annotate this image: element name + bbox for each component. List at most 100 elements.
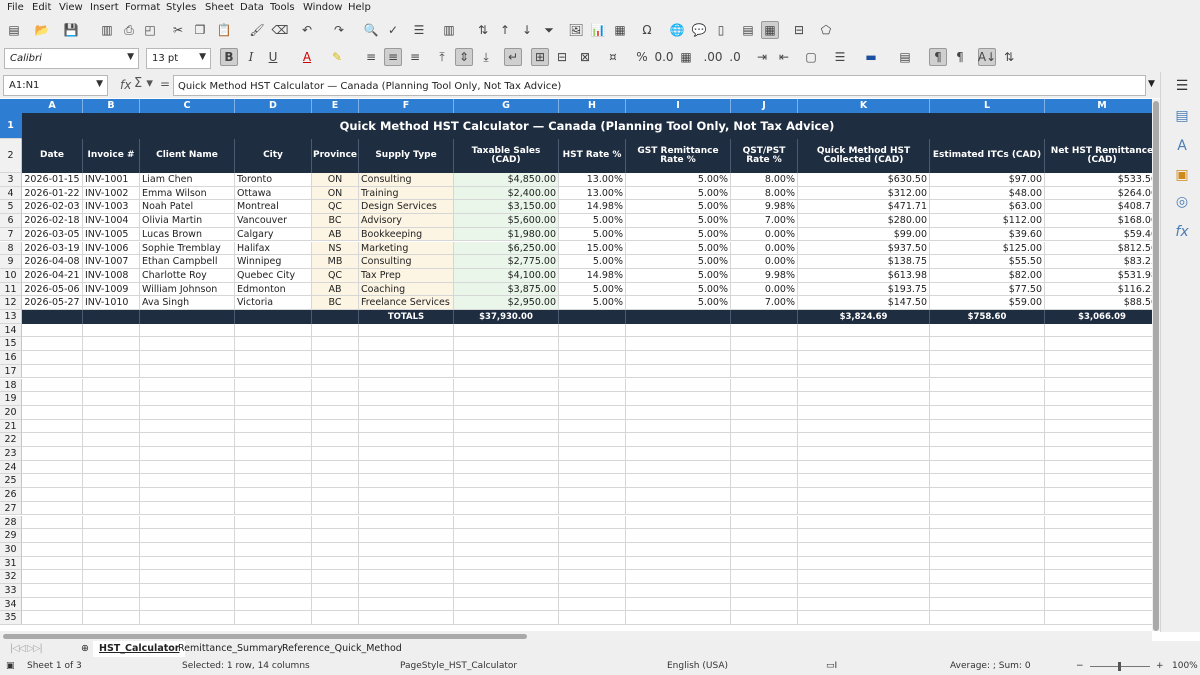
empty-cell[interactable] <box>454 488 559 502</box>
table-cell[interactable]: 5.00% <box>626 255 731 269</box>
table-cell[interactable]: $812.50 <box>1045 241 1152 256</box>
table-cell[interactable]: Tax Prep <box>359 268 454 283</box>
empty-cell[interactable] <box>454 515 559 530</box>
empty-cell[interactable] <box>559 337 626 352</box>
empty-cell[interactable] <box>454 378 559 393</box>
row-header[interactable]: 14 <box>0 323 22 338</box>
empty-cell[interactable] <box>359 378 454 393</box>
empty-cell[interactable] <box>930 488 1045 502</box>
row-header[interactable]: 28 <box>0 515 22 530</box>
empty-cell[interactable] <box>930 378 1045 393</box>
table-cell[interactable]: QC <box>312 268 359 283</box>
empty-cell[interactable] <box>930 447 1045 461</box>
empty-cell[interactable] <box>312 474 359 489</box>
table-cell[interactable]: INV-1009 <box>83 282 140 297</box>
empty-cell[interactable] <box>235 515 312 530</box>
empty-cell[interactable] <box>140 570 235 584</box>
table-cell[interactable]: Winnipeg <box>235 255 312 269</box>
row-header[interactable]: 8 <box>0 241 22 256</box>
empty-cell[interactable] <box>626 419 731 434</box>
table-cell[interactable]: ON <box>312 173 359 187</box>
empty-cell[interactable] <box>731 337 798 352</box>
empty-cell[interactable] <box>731 611 798 626</box>
empty-cell[interactable] <box>731 447 798 461</box>
menu-item-view[interactable]: View <box>59 2 83 13</box>
navigator-icon[interactable]: ◎ <box>1174 194 1190 210</box>
row-header[interactable]: 32 <box>0 570 22 584</box>
table-cell[interactable]: 14.98% <box>559 200 626 215</box>
empty-cell[interactable] <box>359 570 454 584</box>
table-cell[interactable]: 0.00% <box>731 282 798 297</box>
row-header[interactable]: 34 <box>0 597 22 612</box>
menu-item-insert[interactable]: Insert <box>90 2 119 13</box>
empty-cell[interactable] <box>312 323 359 338</box>
empty-cell[interactable] <box>731 378 798 393</box>
table-cell[interactable]: Training <box>359 186 454 201</box>
find-replace-icon[interactable]: 🔍 <box>362 21 380 39</box>
empty-cell[interactable] <box>626 460 731 475</box>
empty-cell[interactable] <box>798 584 930 598</box>
status-page-style[interactable]: PageStyle_HST_Calculator <box>400 661 517 671</box>
table-cell[interactable]: Coaching <box>359 282 454 297</box>
empty-cell[interactable] <box>1045 502 1152 516</box>
table-cell[interactable]: $2,950.00 <box>454 296 559 310</box>
empty-cell[interactable] <box>798 378 930 393</box>
empty-cell[interactable] <box>626 529 731 543</box>
empty-cell[interactable] <box>559 447 626 461</box>
empty-cell[interactable] <box>235 488 312 502</box>
table-cell[interactable]: William Johnson <box>140 282 235 297</box>
totals-cell[interactable]: $758.60 <box>930 310 1045 324</box>
empty-cell[interactable] <box>731 597 798 612</box>
table-cell[interactable]: Freelance Services <box>359 296 454 310</box>
table-cell[interactable]: $2,775.00 <box>454 255 559 269</box>
print-icon[interactable]: ⎙ <box>120 21 138 39</box>
table-cell[interactable]: $82.00 <box>930 268 1045 283</box>
row-header[interactable]: 4 <box>0 186 22 201</box>
empty-cell[interactable] <box>235 337 312 352</box>
table-cell[interactable]: $59.40 <box>1045 227 1152 242</box>
underline-button[interactable]: U <box>264 48 282 66</box>
totals-cell[interactable]: $3,066.09 <box>1045 310 1152 324</box>
row-header[interactable]: 23 <box>0 447 22 461</box>
empty-cell[interactable] <box>731 570 798 584</box>
table-cell[interactable]: QC <box>312 200 359 215</box>
menu-item-format[interactable]: Format <box>125 2 160 13</box>
empty-cell[interactable] <box>626 515 731 530</box>
table-cell[interactable]: AB <box>312 227 359 242</box>
menu-item-styles[interactable]: Styles <box>166 2 196 13</box>
table-cell[interactable]: $3,875.00 <box>454 282 559 297</box>
table-cell[interactable]: 9.98% <box>731 268 798 283</box>
status-language[interactable]: English (USA) <box>667 661 728 671</box>
empty-cell[interactable] <box>22 447 83 461</box>
empty-cell[interactable] <box>140 447 235 461</box>
zoom-slider-handle[interactable] <box>1118 662 1121 671</box>
table-cell[interactable]: 5.00% <box>559 227 626 242</box>
table-cell[interactable]: $168.00 <box>1045 214 1152 228</box>
empty-cell[interactable] <box>798 337 930 352</box>
table-cell[interactable]: 2026-01-15 <box>22 173 83 187</box>
date-format-icon[interactable]: ▦ <box>677 48 695 66</box>
row-header[interactable]: 24 <box>0 460 22 475</box>
table-cell[interactable]: $138.75 <box>798 255 930 269</box>
empty-cell[interactable] <box>22 556 83 571</box>
table-cell[interactable]: $63.00 <box>930 200 1045 215</box>
empty-cell[interactable] <box>798 611 930 626</box>
empty-cell[interactable] <box>83 515 140 530</box>
empty-cell[interactable] <box>140 556 235 571</box>
empty-cell[interactable] <box>83 542 140 557</box>
table-cell[interactable]: Marketing <box>359 241 454 256</box>
empty-cell[interactable] <box>454 433 559 447</box>
table-cell[interactable]: 7.00% <box>731 296 798 310</box>
empty-cell[interactable] <box>454 542 559 557</box>
empty-cell[interactable] <box>798 542 930 557</box>
table-cell[interactable]: Edmonton <box>235 282 312 297</box>
row-header[interactable]: 1 <box>0 113 22 139</box>
row-header[interactable]: 30 <box>0 542 22 557</box>
menu-icon[interactable]: ☰ <box>1174 78 1190 94</box>
table-cell[interactable]: 5.00% <box>626 241 731 256</box>
pivot-table-icon[interactable]: ▦ <box>611 21 629 39</box>
column-header-cell[interactable]: Client Name <box>140 139 235 173</box>
row-header[interactable]: 35 <box>0 611 22 626</box>
row-header[interactable]: 33 <box>0 584 22 598</box>
empty-cell[interactable] <box>731 351 798 365</box>
